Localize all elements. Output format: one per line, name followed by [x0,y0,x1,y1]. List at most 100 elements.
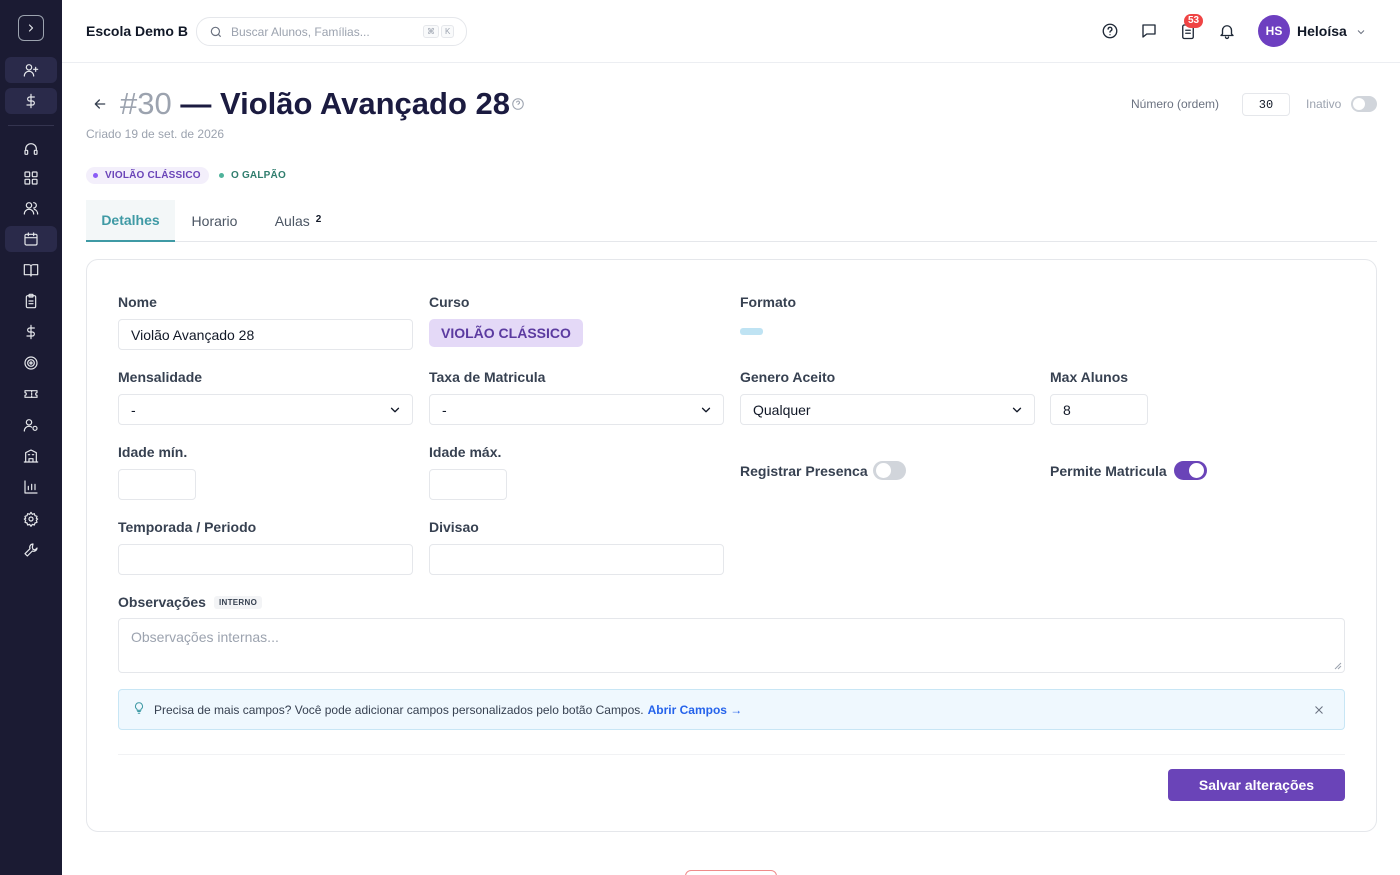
sidebar-item-finance[interactable] [5,319,57,345]
max-alunos-input[interactable] [1050,394,1148,425]
genero-select[interactable]: Qualquer [740,394,1035,425]
order-input[interactable] [1242,93,1290,116]
permite-label: Permite Matricula [1050,463,1167,479]
formato-label: Formato [740,294,796,310]
user-name[interactable]: Heloísa [1297,23,1347,39]
sidebar-item-reports[interactable] [5,474,57,500]
tag-dot [93,173,98,178]
sidebar-item-support[interactable] [5,136,57,162]
observacoes-label: Observações [118,594,206,610]
sidebar-item-payment[interactable] [5,88,57,114]
shortcut-key-k: K [441,25,455,38]
notification-count-badge: 53 [1184,14,1204,28]
idade-min-label: Idade mín. [118,444,188,460]
open-fields-link[interactable]: Abrir Campos → [648,703,743,717]
danger-button-partial[interactable] [685,870,777,875]
sidebar-item-events[interactable] [5,381,57,407]
sidebar-toggle-button[interactable] [18,15,44,41]
user-gear-icon [23,419,38,432]
sidebar-divider [8,125,54,126]
formato-indicator[interactable] [740,328,763,335]
user-plus-icon [23,64,39,77]
sidebar-item-settings[interactable] [5,506,57,532]
calendar-icon [24,232,38,246]
messages-button[interactable] [1139,21,1159,41]
curso-label: Curso [429,294,470,310]
presenca-label: Registrar Presenca [740,463,868,479]
divisao-label: Divisao [429,519,479,535]
location-tag: O GALPÃO [212,167,294,184]
tab-aulas[interactable]: Aulas 2 [256,200,340,242]
chevron-down-icon [1357,30,1365,35]
close-banner-button[interactable] [1312,703,1326,720]
target-icon [24,356,38,370]
sidebar-item-attendance[interactable] [5,288,57,314]
nome-input[interactable] [118,319,413,350]
sidebar-item-tools[interactable] [5,537,57,563]
sidebar-item-goals[interactable] [5,350,57,376]
info-text: Precisa de mais campos? Você pode adicio… [154,702,644,717]
back-button[interactable] [92,96,108,117]
sidebar-item-add-student[interactable] [5,57,57,83]
temporada-input[interactable] [118,544,413,575]
idade-max-input[interactable] [429,469,507,500]
idade-min-input[interactable] [118,469,196,500]
nome-label: Nome [118,294,157,310]
help-circle-icon [512,98,524,110]
shortcut-key-cmd: ⌘ [423,25,439,38]
avatar[interactable]: HS [1258,15,1290,47]
permite-toggle[interactable] [1174,461,1207,480]
sidebar-item-staff[interactable] [5,412,57,438]
search-input[interactable] [231,24,421,39]
sidebar-item-classes[interactable] [5,226,57,252]
mensalidade-select[interactable]: - [118,394,413,425]
sidebar-item-dashboard[interactable] [5,165,57,191]
observacoes-textarea[interactable]: Observações internas... [118,618,1345,673]
tab-label: Aulas [274,213,310,229]
sidebar-item-people[interactable] [5,195,57,221]
toggle-knob [876,463,891,478]
dollar-icon [26,324,35,340]
close-icon [1315,706,1323,714]
tab-detalhes[interactable]: Detalhes [86,200,175,242]
chevron-right-icon [28,24,34,32]
dollar-icon [26,93,35,109]
sidebar-item-courses[interactable] [5,257,57,283]
search-box[interactable]: ⌘ K [196,17,467,46]
details-card: Nome Curso VIOLÃO CLÁSSICO Formato Mensa… [86,259,1377,832]
save-button[interactable]: Salvar alterações [1168,769,1345,801]
help-button[interactable] [1100,21,1120,41]
course-tag-label: VIOLÃO CLÁSSICO [105,170,201,181]
inactive-toggle[interactable] [1351,96,1377,112]
resize-handle-icon[interactable] [1334,662,1342,670]
order-label: Número (ordem) [1131,97,1220,111]
taxa-label: Taxa de Matricula [429,369,546,385]
divisao-input[interactable] [429,544,724,575]
info-banner: Precisa de mais campos? Você pode adicio… [118,689,1345,730]
class-title: — Violão Avançado 28 [180,86,510,121]
user-menu-button[interactable] [1355,25,1367,43]
chevron-down-icon [390,407,400,412]
mensalidade-label: Mensalidade [118,369,203,385]
arrow-left-icon [94,99,106,109]
created-date: Criado 19 de set. de 2026 [86,127,225,141]
inactive-label: Inativo [1306,97,1342,111]
lightbulb-icon [132,701,146,718]
top-header: Escola Demo B ⌘ K 53 HS Heloísa [62,0,1400,63]
temporada-label: Temporada / Periodo [118,519,257,535]
presenca-toggle[interactable] [873,461,906,480]
curso-chip[interactable]: VIOLÃO CLÁSSICO [429,319,583,347]
notifications-button[interactable] [1217,21,1237,41]
book-icon [23,264,39,277]
tab-label: Detalhes [101,212,160,228]
bell-icon [1220,25,1234,40]
taxa-select[interactable]: - [429,394,724,425]
tab-horario[interactable]: Horario [175,200,254,242]
title-help-button[interactable] [511,97,525,116]
grid-icon [24,171,38,185]
sidebar-item-locations[interactable] [5,443,57,469]
building-icon [23,449,39,463]
chevron-down-icon [1012,407,1022,412]
users-icon [23,202,39,215]
genero-label: Genero Aceito [740,369,836,385]
